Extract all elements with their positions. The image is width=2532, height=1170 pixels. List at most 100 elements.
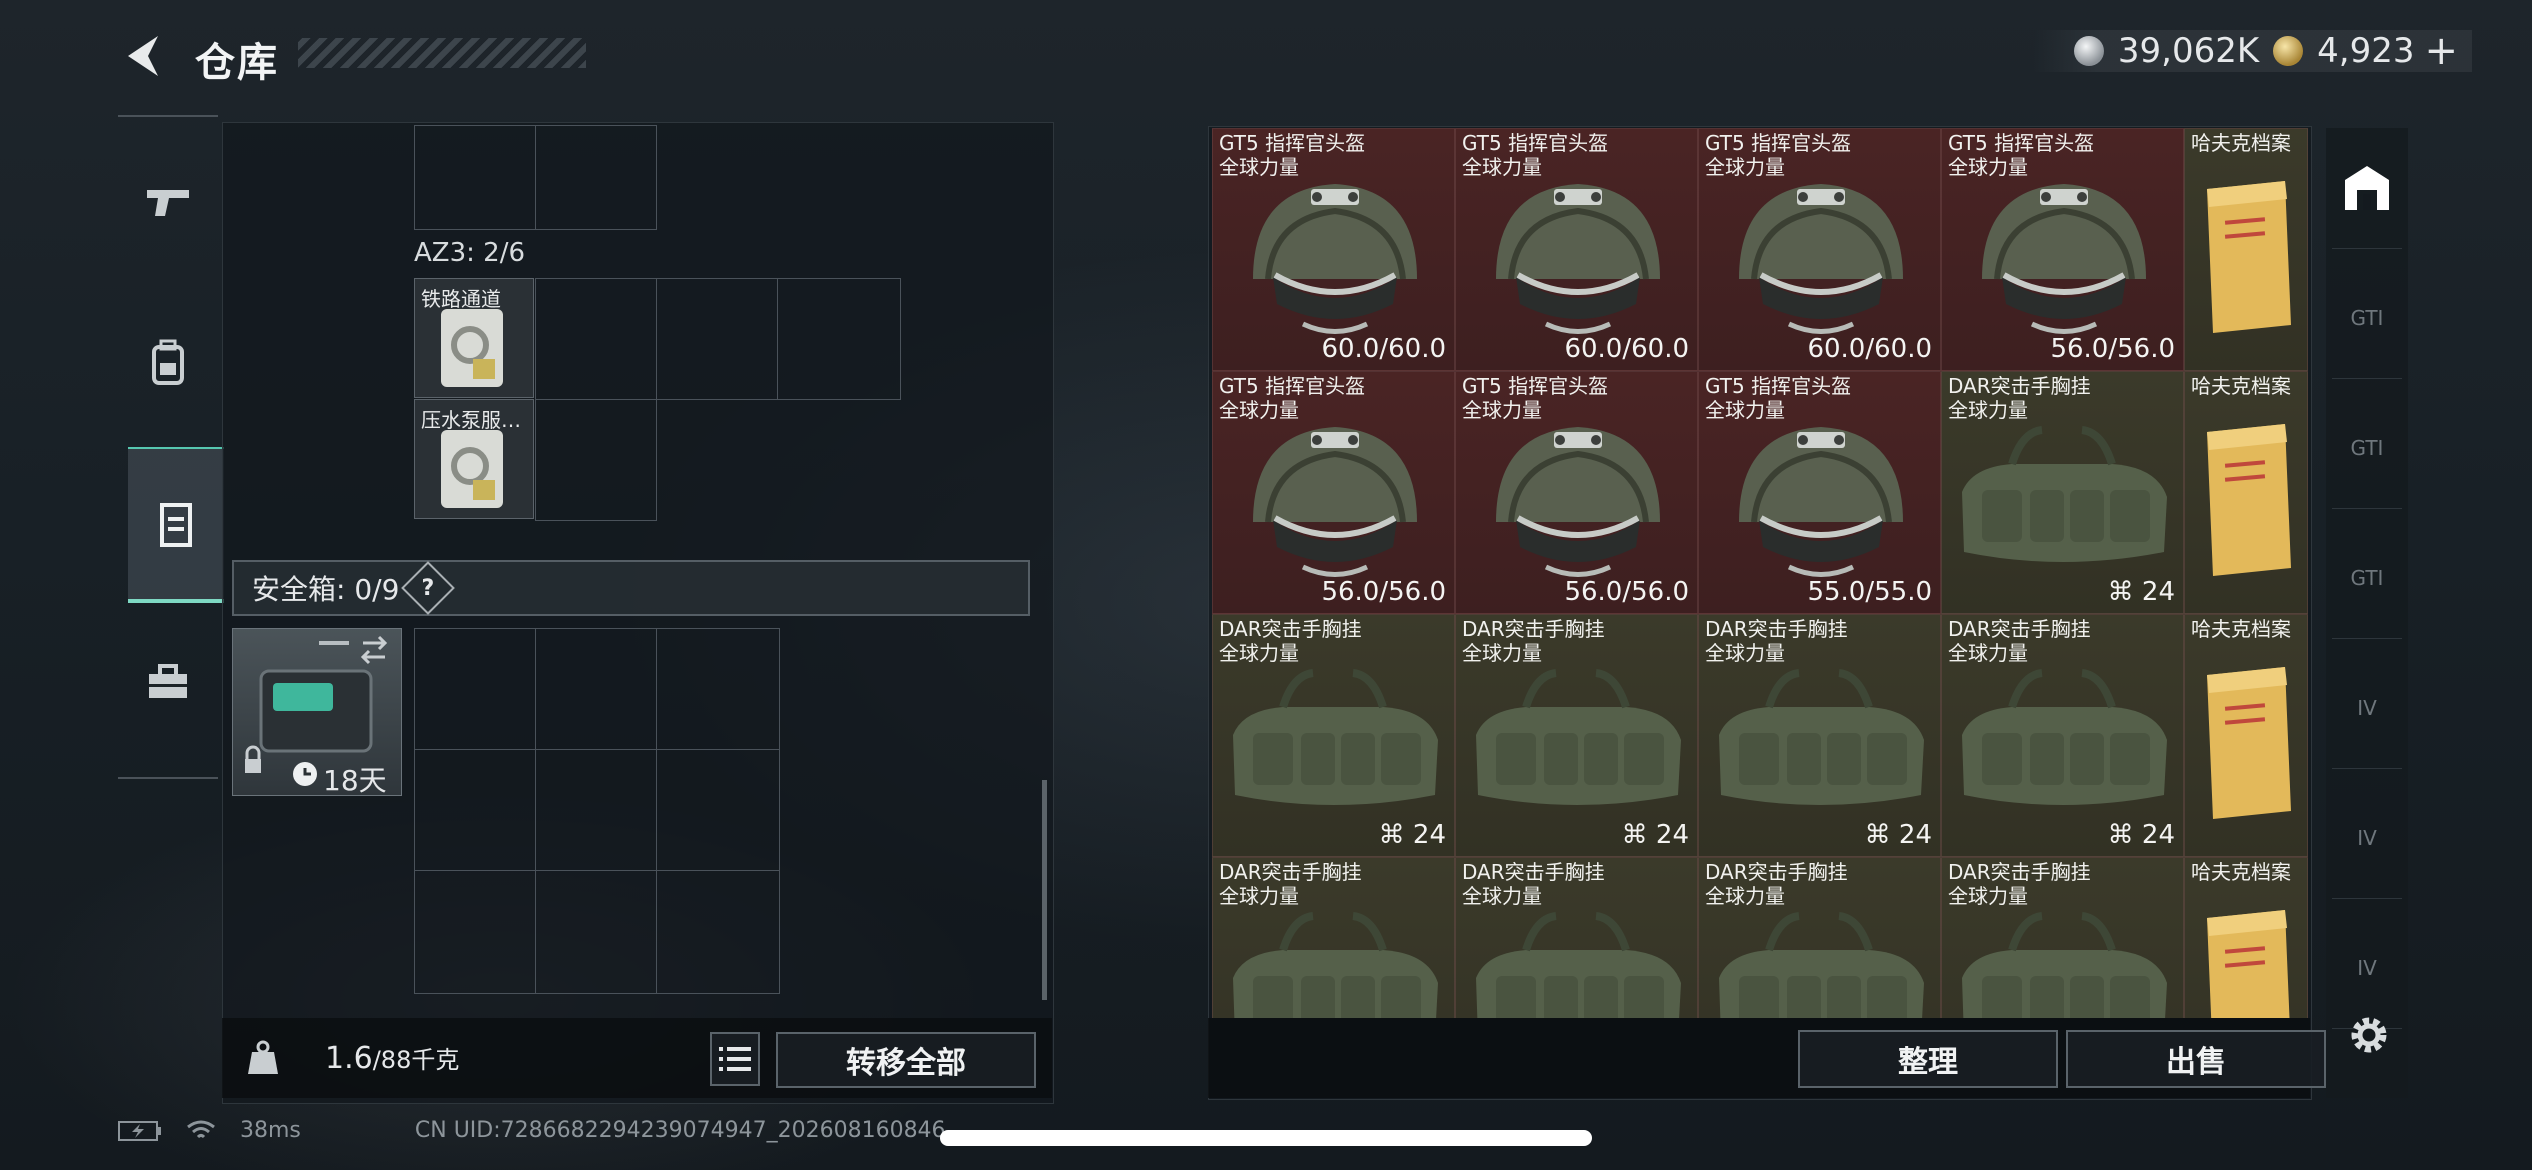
folder-icon <box>2207 424 2291 576</box>
stash-item-helmet[interactable]: GT5 指挥官头盔 全球力量 60.0/60.0 <box>1212 128 1455 371</box>
item-name-line2: 全球力量 <box>1705 884 1785 908</box>
stash-item-helmet[interactable]: GT5 指挥官头盔 全球力量 60.0/60.0 <box>1698 128 1941 371</box>
item-name-line2: 全球力量 <box>1219 155 1299 179</box>
stash-item-file[interactable]: 哈夫克档案 <box>2184 857 2308 1018</box>
item-name-line2: 全球力量 <box>1462 155 1542 179</box>
warehouse-icon <box>2345 166 2389 210</box>
stash-item-rig[interactable]: DAR突击手胸挂 全球力量 ⌘ 24 <box>1212 614 1455 857</box>
grid-slot[interactable] <box>656 749 780 871</box>
rig-capacity-icon: ⌘ <box>2107 820 2142 850</box>
category-label: GTI <box>2350 436 2384 460</box>
item-name-line1: DAR突击手胸挂 <box>1462 617 1605 641</box>
item-name: 哈夫克档案 <box>2191 131 2291 155</box>
grid-slot[interactable] <box>535 399 657 521</box>
stash-item-rig[interactable]: DAR突击手胸挂 全球力量 ⌘ 24 <box>1941 614 2184 857</box>
back-button[interactable] <box>118 30 168 82</box>
grid-slot[interactable] <box>777 278 901 400</box>
item-name-line2: 全球力量 <box>1705 641 1785 665</box>
stash-item-helmet[interactable]: GT5 指挥官头盔 全球力量 60.0/60.0 <box>1455 128 1698 371</box>
item-value-text: 56.0/56.0 <box>1321 577 1446 607</box>
tab-backpack[interactable] <box>130 317 206 407</box>
item-name-line2: 全球力量 <box>1462 398 1542 422</box>
backpack-icon <box>152 339 184 385</box>
stash-item-rig[interactable]: DAR突击手胸挂 全球力量 <box>1698 857 1941 1018</box>
stash-item-rig[interactable]: DAR突击手胸挂 全球力量 ⌘ 24 <box>1698 614 1941 857</box>
sort-button[interactable]: 整理 <box>1798 1030 2058 1088</box>
tab-vest[interactable] <box>128 447 224 603</box>
grid-slot[interactable] <box>414 125 536 230</box>
list-icon <box>719 1047 751 1071</box>
silver-coin-icon <box>2073 36 2104 66</box>
stash-item-helmet[interactable]: GT5 指挥官头盔 全球力量 55.0/55.0 <box>1698 371 1941 614</box>
stash-tab-all[interactable] <box>2332 128 2402 249</box>
item-name-line1: DAR突击手胸挂 <box>1948 617 2091 641</box>
folder-icon <box>2207 667 2291 819</box>
inventory-item[interactable]: 压水泵服… <box>414 399 534 519</box>
item-name: GT5 指挥官头盔 全球力量 <box>1462 374 1608 422</box>
stash-tab-category[interactable]: IV <box>2332 648 2402 769</box>
list-view-button[interactable] <box>710 1032 760 1086</box>
item-name-line1: GT5 指挥官头盔 <box>1462 374 1609 398</box>
stash-item-file[interactable]: 哈夫克档案 <box>2184 128 2308 371</box>
item-name-line1: DAR突击手胸挂 <box>1219 860 1362 884</box>
item-name: GT5 指挥官头盔 全球力量 <box>1462 131 1608 179</box>
stash-tab-category[interactable]: GTI <box>2332 258 2402 379</box>
stash-tab-category[interactable]: IV <box>2332 778 2402 899</box>
stash-tab-category[interactable]: GTI <box>2332 388 2402 509</box>
item-name: DAR突击手胸挂 全球力量 <box>1948 374 2091 422</box>
item-name: DAR突击手胸挂 全球力量 <box>1219 617 1362 665</box>
grid-slot[interactable] <box>535 628 657 750</box>
grid-slot[interactable] <box>535 870 657 994</box>
item-count: ⌘ 24 <box>2108 820 2175 850</box>
item-name-line1: 哈夫克档案 <box>2191 617 2291 641</box>
gold-coin-icon <box>2273 36 2304 66</box>
grid-slot[interactable] <box>656 278 778 400</box>
stash-item-file[interactable]: 哈夫克档案 <box>2184 614 2308 857</box>
stash-item-rig[interactable]: DAR突击手胸挂 全球力量 <box>1455 857 1698 1018</box>
left-scrollbar[interactable] <box>1042 780 1047 1000</box>
safebox-case[interactable]: 18天 <box>232 628 402 797</box>
grid-slot[interactable] <box>535 278 657 400</box>
add-currency-button[interactable]: + <box>2424 28 2458 74</box>
item-name: GT5 指挥官头盔 全球力量 <box>1219 374 1365 422</box>
inventory-item[interactable]: 铁路通道 <box>414 278 534 398</box>
tab-weapons[interactable] <box>130 157 206 247</box>
durability-value: 60.0/60.0 <box>1564 334 1689 364</box>
stash-item-rig[interactable]: DAR突击手胸挂 全球力量 <box>1941 857 2184 1018</box>
stash-item-helmet[interactable]: GT5 指挥官头盔 全球力量 56.0/56.0 <box>1941 128 2184 371</box>
help-button[interactable]: ? <box>401 561 456 615</box>
tab-case[interactable] <box>130 637 206 727</box>
item-name-line1: GT5 指挥官头盔 <box>1705 374 1852 398</box>
grid-slot[interactable] <box>656 870 780 994</box>
grid-slot[interactable] <box>414 628 536 750</box>
stash-tab-category[interactable]: IV <box>2332 908 2402 1029</box>
stash-item-rig[interactable]: DAR突击手胸挂 全球力量 ⌘ 24 <box>1455 614 1698 857</box>
transfer-all-button[interactable]: 转移全部 <box>776 1032 1036 1088</box>
grid-slot[interactable] <box>535 749 657 871</box>
durability-value: 55.0/55.0 <box>1807 577 1932 607</box>
grid-slot[interactable] <box>656 628 780 750</box>
item-name: GT5 指挥官头盔 全球力量 <box>1219 131 1365 179</box>
settings-button[interactable] <box>2346 1012 2392 1062</box>
grid-slot[interactable] <box>535 125 657 230</box>
grid-slot[interactable] <box>414 870 536 994</box>
item-name-line1: GT5 指挥官头盔 <box>1705 131 1852 155</box>
stash-item-rig[interactable]: DAR突击手胸挂 全球力量 <box>1212 857 1455 1018</box>
item-value-text: 24 <box>1412 820 1446 850</box>
stash-item-file[interactable]: 哈夫克档案 <box>2184 371 2308 614</box>
grid-slot[interactable] <box>414 749 536 871</box>
sell-button[interactable]: 出售 <box>2066 1030 2326 1088</box>
item-value-text: 56.0/56.0 <box>2050 334 2175 364</box>
weight-capacity: /88千克 <box>372 1046 460 1074</box>
gear-icon <box>2351 1017 2387 1053</box>
currency-bar: 39,062K 4,923 + <box>2033 28 2472 74</box>
stash-item-helmet[interactable]: GT5 指挥官头盔 全球力量 56.0/56.0 <box>1212 371 1455 614</box>
stash-item-helmet[interactable]: GT5 指挥官头盔 全球力量 56.0/56.0 <box>1455 371 1698 614</box>
status-bar: 38ms CN UID:7286682294239074947_20260816… <box>118 1118 946 1143</box>
stash-tab-category[interactable]: GTI <box>2332 518 2402 639</box>
rig-capacity-icon: ⌘ <box>2107 577 2142 607</box>
stash-item-rig[interactable]: DAR突击手胸挂 全球力量 ⌘ 24 <box>1941 371 2184 614</box>
home-indicator[interactable] <box>940 1130 1592 1146</box>
item-name-line1: DAR突击手胸挂 <box>1705 860 1848 884</box>
item-name-line1: GT5 指挥官头盔 <box>1948 131 2095 155</box>
